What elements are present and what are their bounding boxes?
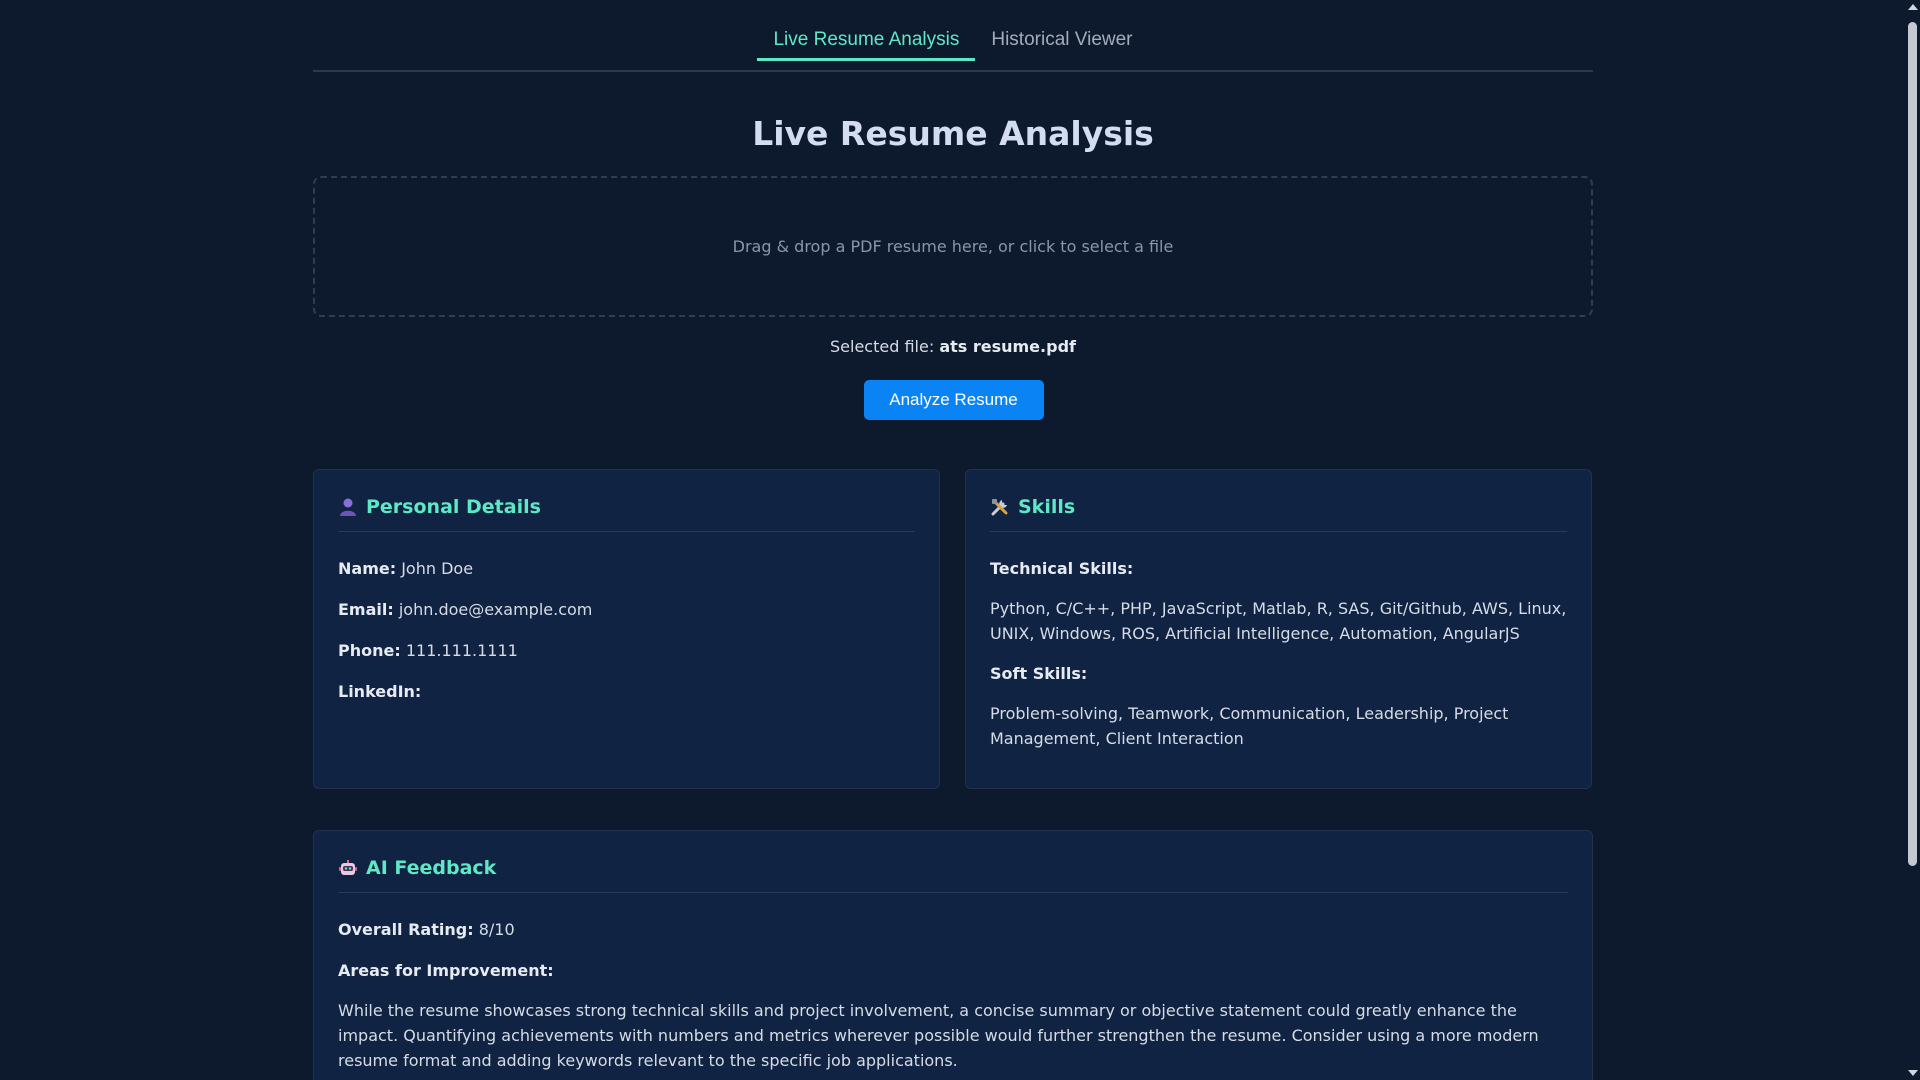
soft-skills-label: Soft Skills: [990, 664, 1088, 683]
areas-improvement-value: While the resume showcases strong techni… [338, 1001, 1539, 1070]
selected-file-name: ats resume.pdf [939, 337, 1076, 356]
technical-skills-label: Technical Skills: [990, 559, 1134, 578]
soft-skills-value: Problem-solving, Teamwork, Communication… [990, 704, 1509, 748]
selected-file-label: Selected file: [830, 337, 935, 356]
overall-rating-value: 8/10 [478, 920, 515, 939]
linkedin-label: LinkedIn: [338, 682, 422, 701]
scroll-down-arrow-icon[interactable] [1908, 1070, 1918, 1076]
name-field: Name: John Doe [338, 556, 915, 581]
overall-rating-label: Overall Rating: [338, 920, 474, 939]
pdf-dropzone[interactable]: Drag & drop a PDF resume here, or click … [313, 176, 1593, 317]
name-value: John Doe [401, 559, 474, 578]
scroll-up-arrow-icon[interactable] [1908, 4, 1918, 10]
tools-icon [990, 497, 1010, 517]
name-label: Name: [338, 559, 397, 578]
phone-value: 111.111.1111 [405, 641, 518, 660]
skills-header: Skills [990, 494, 1567, 532]
areas-improvement-label: Areas for Improvement: [338, 961, 554, 980]
technical-skills-value: Python, C/C++, PHP, JavaScript, Matlab, … [990, 599, 1567, 643]
areas-improvement-label-row: Areas for Improvement: [338, 958, 1568, 983]
tab-bar: Live Resume Analysis Historical Viewer [313, 0, 1593, 72]
technical-skills-label-row: Technical Skills: [990, 556, 1567, 581]
skills-title: Skills [1018, 495, 1076, 518]
main-container: Live Resume Analysis Historical Viewer L… [313, 0, 1593, 1080]
ai-feedback-card: AI Feedback Overall Rating: 8/10 Areas f… [313, 830, 1593, 1080]
phone-label: Phone: [338, 641, 401, 660]
skills-card: Skills Technical Skills: Python, C/C++, … [965, 469, 1592, 789]
email-label: Email: [338, 600, 394, 619]
personal-details-header: Personal Details [338, 494, 915, 532]
personal-details-card: Personal Details Name: John Doe Email: j… [313, 469, 940, 789]
robot-icon [338, 858, 358, 878]
email-value: john.doe@example.com [398, 600, 593, 619]
person-icon [338, 497, 358, 517]
linkedin-field: LinkedIn: [338, 679, 915, 704]
page-title: Live Resume Analysis [752, 114, 1154, 153]
app-viewport: Live Resume Analysis Historical Viewer L… [0, 0, 1920, 1080]
analyze-resume-button[interactable]: Analyze Resume [863, 380, 1044, 420]
phone-field: Phone: 111.111.1111 [338, 638, 915, 663]
overall-rating-field: Overall Rating: 8/10 [338, 917, 1568, 942]
dropzone-text: Drag & drop a PDF resume here, or click … [732, 237, 1174, 256]
ai-feedback-title: AI Feedback [366, 856, 497, 879]
soft-skills-label-row: Soft Skills: [990, 661, 1567, 686]
tab-live-resume-analysis[interactable]: Live Resume Analysis [757, 27, 976, 61]
tab-historical-viewer[interactable]: Historical Viewer [975, 27, 1148, 61]
selected-file-info: Selected file: ats resume.pdf [313, 335, 1593, 359]
page-scrollbar[interactable] [1905, 0, 1920, 1080]
email-field: Email: john.doe@example.com [338, 597, 915, 622]
personal-details-title: Personal Details [366, 495, 541, 518]
scrollbar-thumb[interactable] [1908, 22, 1917, 866]
ai-feedback-header: AI Feedback [338, 855, 1568, 893]
